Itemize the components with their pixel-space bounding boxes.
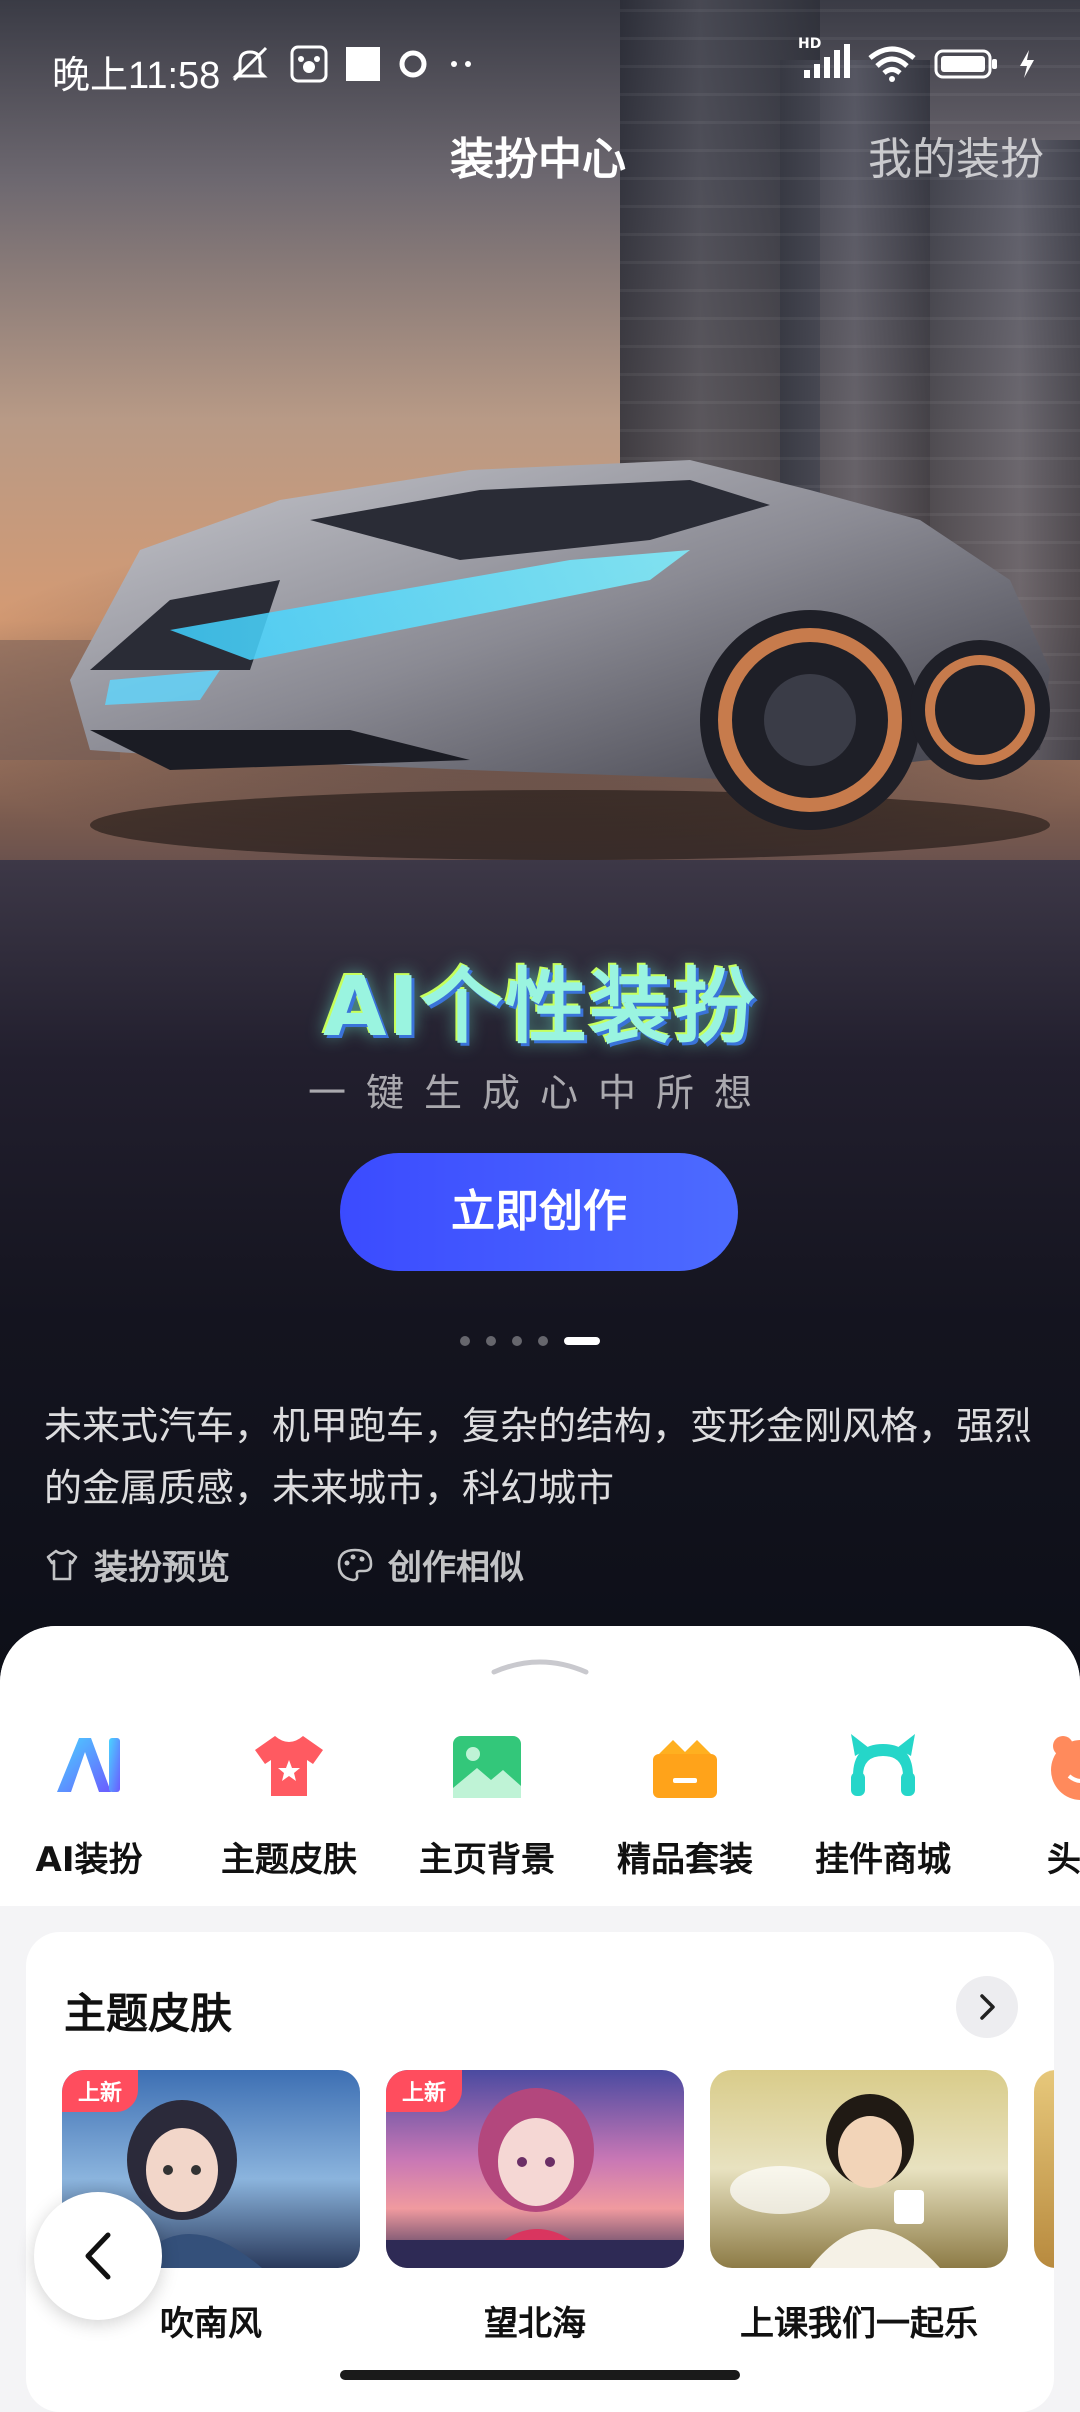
category-label: 挂件商城 bbox=[815, 1840, 951, 1880]
category-premium-suite[interactable]: 精品套装 bbox=[586, 1726, 784, 1881]
preview-button[interactable]: 装扮预览 bbox=[44, 1540, 230, 1589]
carousel-dot[interactable] bbox=[538, 1336, 548, 1346]
ai-icon bbox=[57, 1738, 120, 1792]
banner-title: AI个性装扮 bbox=[323, 960, 757, 1055]
cat-ears-icon bbox=[851, 1734, 915, 1796]
tshirt-icon bbox=[46, 1549, 78, 1580]
palette-icon bbox=[337, 1548, 373, 1581]
home-indicator[interactable] bbox=[340, 2370, 740, 2380]
carousel-dot[interactable] bbox=[460, 1336, 470, 1346]
bottom-sheet[interactable]: AI装扮 主题皮肤 主页背景 精品套装 挂件商城 头 主题皮肤 上新 吹南风 上… bbox=[0, 1626, 1080, 2412]
chevron-up-icon[interactable] bbox=[490, 1656, 590, 1676]
carousel-dot[interactable] bbox=[512, 1336, 522, 1346]
category-label: 主题皮肤 bbox=[221, 1840, 357, 1880]
theme-name: 上课我们一起乐 bbox=[740, 2304, 978, 2344]
circle-app-icon bbox=[399, 50, 427, 78]
section-title: 主题皮肤 bbox=[64, 1989, 233, 2038]
battery-icon bbox=[934, 49, 997, 79]
theme-skin-section: 主题皮肤 上新 吹南风 上新 望北海 上课我们一起乐 bbox=[26, 1932, 1054, 2412]
carousel-dot[interactable] bbox=[486, 1336, 496, 1346]
theme-item[interactable]: 上新 望北海 bbox=[386, 2070, 684, 2345]
avatar-icon bbox=[1051, 1736, 1080, 1800]
baidu-icon bbox=[290, 45, 328, 83]
theme-thumbnail: 上新 bbox=[386, 2070, 684, 2268]
mute-bell-icon bbox=[232, 46, 268, 82]
tshirt-icon bbox=[255, 1736, 323, 1796]
theme-thumbnail bbox=[1034, 2070, 1054, 2268]
car-illustration bbox=[70, 460, 1050, 860]
image-icon bbox=[453, 1736, 521, 1798]
banner-subtitle: 一键生成心中所想 bbox=[307, 1071, 772, 1115]
system-icons: HD bbox=[798, 36, 1036, 84]
category-label: 头像 bbox=[1047, 1840, 1080, 1880]
preview-label: 装扮预览 bbox=[94, 1548, 230, 1588]
theme-name: 望北海 bbox=[484, 2304, 586, 2344]
status-bar: 晚上11:58 HD bbox=[0, 0, 1080, 130]
theme-item-partial[interactable] bbox=[1034, 2070, 1054, 2268]
chevron-right-icon bbox=[980, 1994, 995, 2020]
category-label: 主页背景 bbox=[419, 1840, 555, 1880]
category-ai-dress-up[interactable]: AI装扮 bbox=[0, 1726, 188, 1881]
wifi-icon bbox=[868, 46, 916, 82]
anime-boy-illustration bbox=[730, 2094, 940, 2268]
tab-my-dress-up[interactable]: 我的装扮 bbox=[868, 130, 1044, 190]
status-time: 晚上11:58 bbox=[52, 55, 221, 97]
carousel-dot-active[interactable] bbox=[564, 1337, 600, 1345]
hd-label: HD bbox=[798, 36, 822, 52]
create-now-button[interactable]: 立即创作 bbox=[340, 1153, 738, 1271]
category-home-background[interactable]: 主页背景 bbox=[388, 1726, 586, 1881]
carousel-indicator[interactable] bbox=[460, 1336, 600, 1346]
category-row: AI装扮 主题皮肤 主页背景 精品套装 挂件商城 头 bbox=[0, 1726, 1080, 1906]
more-dots-icon bbox=[451, 61, 471, 67]
notification-icons bbox=[228, 44, 476, 84]
category-label: AI装扮 bbox=[35, 1840, 143, 1880]
theme-item[interactable]: 上课我们一起乐 bbox=[710, 2070, 1008, 2345]
prompt-description: 未来式汽车，机甲跑车，复杂的结构，变形金刚风格，强烈的金属质感，未来城市，科幻城… bbox=[44, 1404, 1033, 1510]
crown-box-icon bbox=[653, 1740, 717, 1798]
section-more-button[interactable] bbox=[956, 1976, 1018, 2038]
category-pendant-store[interactable]: 挂件商城 bbox=[784, 1726, 982, 1881]
create-similar-label: 创作相似 bbox=[388, 1548, 524, 1588]
new-badge: 上新 bbox=[386, 2070, 463, 2112]
create-similar-button[interactable]: 创作相似 bbox=[336, 1540, 524, 1589]
category-label: 精品套装 bbox=[617, 1840, 753, 1880]
new-badge: 上新 bbox=[62, 2070, 139, 2112]
charging-icon bbox=[1020, 50, 1034, 78]
app-square-icon bbox=[346, 47, 380, 81]
tab-dress-up-center[interactable]: 装扮中心 bbox=[450, 130, 626, 190]
category-theme-skin[interactable]: 主题皮肤 bbox=[190, 1726, 388, 1881]
back-button[interactable] bbox=[34, 2192, 162, 2320]
category-avatar[interactable]: 头像 bbox=[982, 1726, 1080, 1881]
theme-thumbnail bbox=[710, 2070, 1008, 2268]
chevron-left-icon bbox=[85, 2232, 111, 2280]
